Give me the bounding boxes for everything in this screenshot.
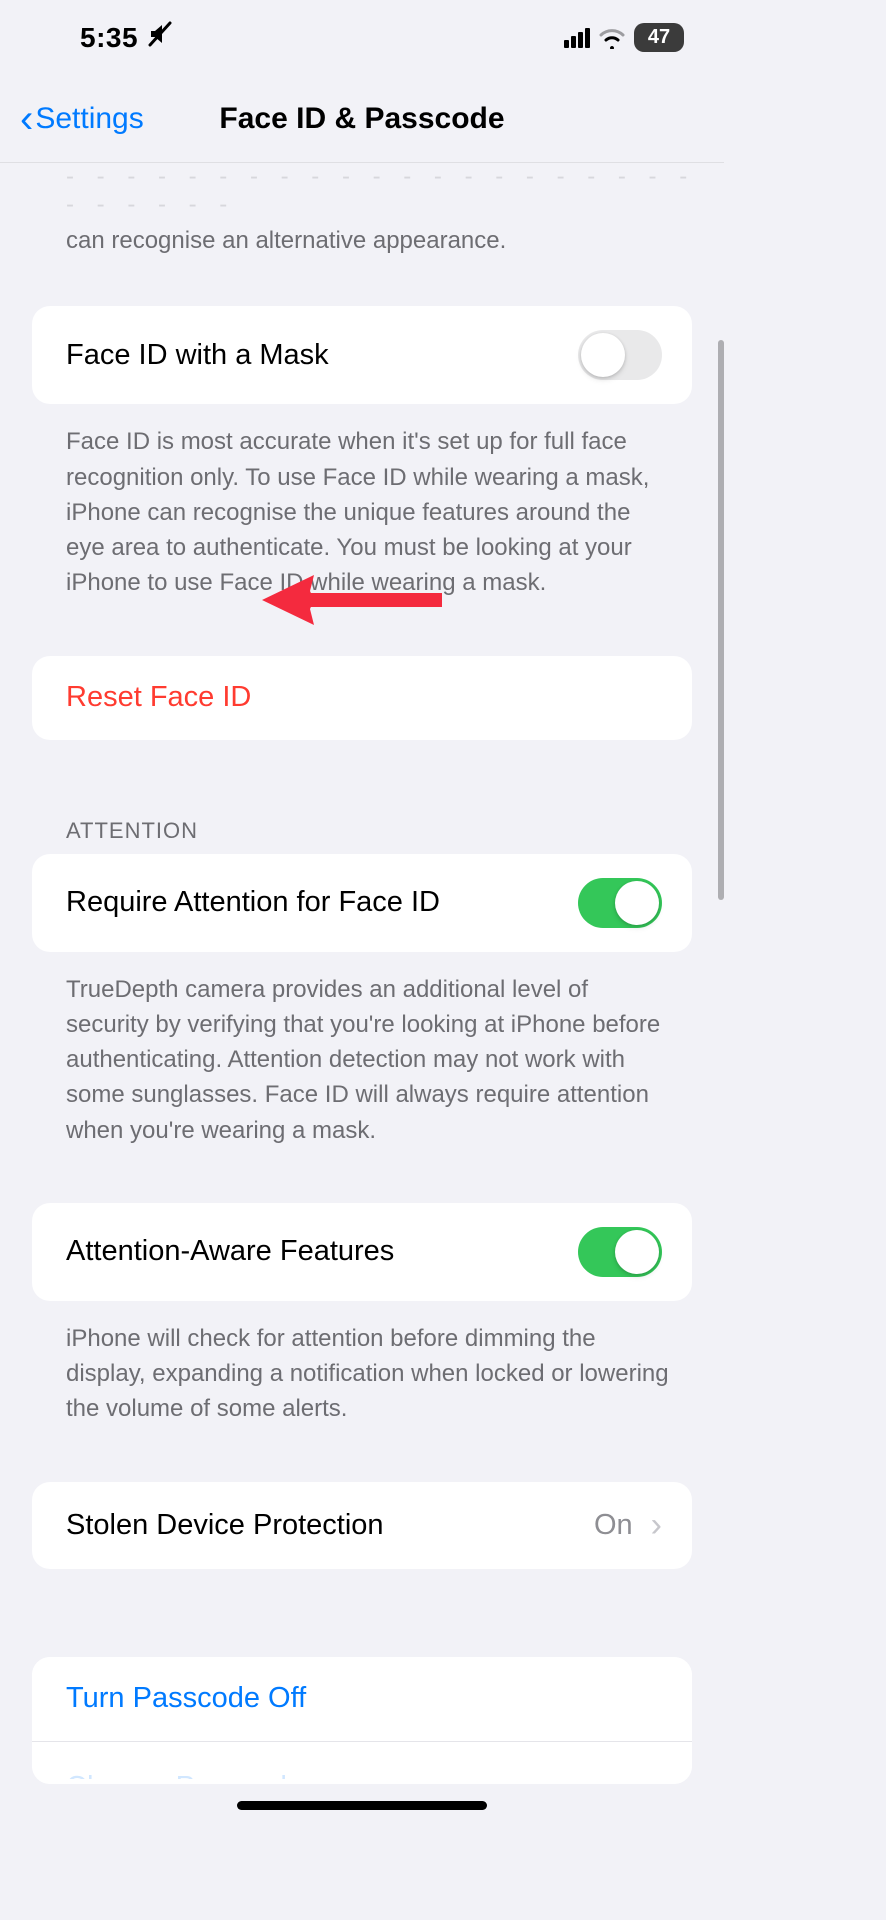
stolen-device-cell[interactable]: Stolen Device Protection On ›: [32, 1482, 692, 1569]
turn-passcode-off-label: Turn Passcode Off: [66, 1682, 306, 1715]
reset-face-id-group: Reset Face ID: [32, 656, 692, 740]
scroll-indicator[interactable]: [718, 340, 724, 900]
face-id-mask-footer: Face ID is most accurate when it's set u…: [0, 404, 724, 600]
attention-aware-cell[interactable]: Attention-Aware Features: [32, 1203, 692, 1301]
passcode-actions-group: Turn Passcode Off Change Passcode: [32, 1657, 692, 1784]
settings-content: - - - - - - - - - - - - - - - - - - - - …: [0, 163, 724, 1824]
status-time-area: 5:35: [80, 21, 172, 54]
attention-aware-footer: iPhone will check for attention before d…: [0, 1301, 724, 1427]
turn-passcode-off-cell[interactable]: Turn Passcode Off: [32, 1657, 692, 1741]
cellular-icon: [564, 28, 590, 48]
require-attention-footer: TrueDepth camera provides an additional …: [0, 952, 724, 1148]
face-id-mask-group: Face ID with a Mask: [32, 306, 692, 404]
clipped-prior-text: - - - - - - - - - - - - - - - - - - - - …: [0, 163, 724, 219]
require-attention-group: Require Attention for Face ID: [32, 854, 692, 952]
home-indicator[interactable]: [237, 1801, 487, 1810]
alternative-appearance-footer: can recognise an alternative appearance.: [0, 219, 724, 278]
status-time: 5:35: [80, 22, 138, 54]
battery-icon: 47: [634, 23, 684, 52]
back-button[interactable]: ‹ Settings: [20, 99, 144, 139]
attention-aware-toggle[interactable]: [578, 1227, 662, 1277]
battery-level: 47: [648, 26, 670, 49]
back-label: Settings: [35, 102, 143, 136]
stolen-device-label: Stolen Device Protection: [66, 1509, 384, 1542]
face-id-mask-label: Face ID with a Mask: [66, 339, 329, 372]
status-icons: 47: [564, 23, 684, 52]
require-attention-label: Require Attention for Face ID: [66, 886, 440, 919]
reset-face-id-label: Reset Face ID: [66, 681, 251, 714]
status-bar: 5:35 4: [0, 0, 724, 75]
chevron-left-icon: ‹: [20, 99, 33, 139]
silent-icon: [148, 21, 172, 54]
face-id-mask-cell[interactable]: Face ID with a Mask: [32, 306, 692, 404]
phone-frame: 5:35 4: [0, 0, 724, 1824]
stolen-device-group: Stolen Device Protection On ›: [32, 1482, 692, 1569]
change-passcode-label: Change Passcode: [66, 1771, 303, 1779]
change-passcode-cell[interactable]: Change Passcode: [32, 1741, 692, 1784]
attention-aware-group: Attention-Aware Features: [32, 1203, 692, 1301]
face-id-mask-toggle[interactable]: [578, 330, 662, 380]
require-attention-cell[interactable]: Require Attention for Face ID: [32, 854, 692, 952]
wifi-icon: [598, 27, 626, 49]
require-attention-toggle[interactable]: [578, 878, 662, 928]
attention-section-header: ATTENTION: [0, 818, 724, 854]
stolen-device-value: On: [594, 1509, 633, 1542]
nav-bar: ‹ Settings Face ID & Passcode: [0, 75, 724, 163]
attention-aware-label: Attention-Aware Features: [66, 1235, 394, 1268]
chevron-right-icon: ›: [651, 1506, 662, 1545]
reset-face-id-cell[interactable]: Reset Face ID: [32, 656, 692, 740]
